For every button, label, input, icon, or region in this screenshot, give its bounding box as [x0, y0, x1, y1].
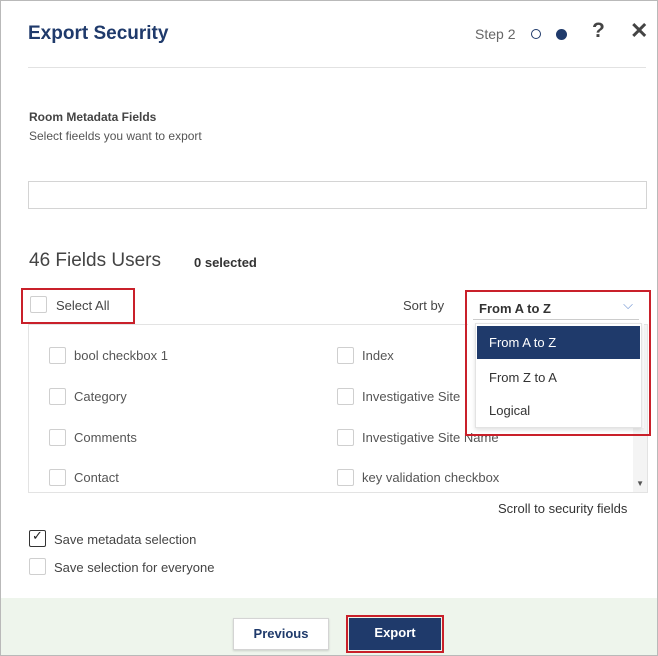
field-checkbox-category[interactable]	[49, 388, 66, 405]
field-checkbox-investigative-site-name[interactable]	[337, 429, 354, 446]
step-2-dot-icon	[556, 29, 567, 40]
save-everyone-checkbox[interactable]	[29, 558, 46, 575]
metadata-search-input[interactable]	[28, 181, 647, 209]
field-checkbox-contact[interactable]	[49, 469, 66, 486]
field-label-category[interactable]: Category	[74, 389, 127, 404]
close-icon[interactable]: ✕	[630, 18, 648, 44]
fields-count-label: 46 Fields Users	[29, 250, 161, 271]
dialog-title: Export Security	[28, 23, 169, 44]
field-label-index[interactable]: Index	[362, 348, 394, 363]
export-button-highlight	[346, 615, 444, 653]
field-checkbox-comments[interactable]	[49, 429, 66, 446]
selected-count-label: 0 selected	[194, 255, 257, 270]
field-checkbox-investigative-site[interactable]	[337, 388, 354, 405]
previous-button[interactable]: Previous	[233, 618, 329, 650]
step-indicator-label: Step 2	[475, 26, 516, 42]
field-label-comments[interactable]: Comments	[74, 430, 137, 445]
field-checkbox-index[interactable]	[337, 347, 354, 364]
save-metadata-label[interactable]: Save metadata selection	[54, 532, 196, 547]
field-label-investigative-site[interactable]: Investigative Site	[362, 389, 460, 404]
field-checkbox-bool-checkbox-1[interactable]	[49, 347, 66, 364]
metadata-section-title: Room Metadata Fields	[29, 110, 157, 124]
field-label-bool-checkbox-1[interactable]: bool checkbox 1	[74, 348, 168, 363]
field-label-key-validation-checkbox[interactable]: key validation checkbox	[362, 470, 499, 485]
header-divider	[28, 67, 646, 68]
scroll-down-icon[interactable]: ▼	[636, 479, 644, 488]
step-1-dot-icon	[531, 29, 541, 39]
help-icon[interactable]: ?	[592, 19, 605, 43]
select-all-label[interactable]: Select All	[56, 298, 109, 313]
sort-dropdown-highlight	[465, 290, 651, 436]
export-security-dialog: Export Security Step 2 ? ✕ Room Metadata…	[0, 0, 658, 656]
select-all-checkbox[interactable]	[30, 296, 47, 313]
scroll-to-security-fields-link[interactable]: Scroll to security fields	[498, 501, 627, 516]
metadata-section-subtitle: Select fieelds you want to export	[29, 129, 202, 143]
sort-by-label: Sort by	[403, 298, 445, 313]
field-label-contact[interactable]: Contact	[74, 470, 119, 485]
save-metadata-checkbox[interactable]: ✓	[29, 528, 46, 547]
save-everyone-label[interactable]: Save selection for everyone	[54, 560, 214, 575]
checkmark-icon: ✓	[32, 528, 43, 543]
field-checkbox-key-validation-checkbox[interactable]	[337, 469, 354, 486]
dialog-footer	[1, 598, 657, 655]
